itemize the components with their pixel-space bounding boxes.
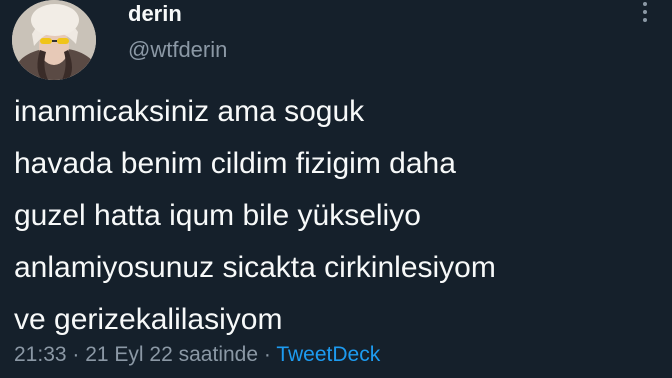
tweet-date[interactable]: 21 Eyl 22 saatinde [85,343,258,366]
more-vertical-icon [643,2,647,6]
user-handle[interactable]: @wtfderin [128,36,227,64]
tweet-text-line: anlamiyosunuz sicakta cirkinlesiyom [14,251,496,284]
tweet-text-line: ve gerizekalilasiyom [14,303,283,336]
tweet-meta: 21:33 · 21 Eyl 22 saatinde · TweetDeck [14,341,380,369]
avatar[interactable] [12,0,96,80]
avatar-photo [12,0,96,80]
display-name[interactable]: derin [128,1,182,27]
tweet-text-line: guzel hatta iqum bile yükseliyo [14,199,421,232]
meta-separator: · [258,343,277,366]
more-vertical-icon-dot [643,18,647,22]
tweet-text-line: inanmicaksiniz ama soguk [14,95,365,128]
tweet-text: inanmicaksiniz ama soguk havada benim ci… [14,86,664,346]
more-vertical-icon-dot [643,10,647,14]
tweet-time[interactable]: 21:33 [14,343,67,366]
tweet-source-link[interactable]: TweetDeck [276,343,380,366]
more-options-button[interactable] [636,2,654,32]
meta-separator: · [66,343,86,366]
tweet-card: derin @wtfderin inanmicaksiniz ama soguk… [0,0,672,378]
tweet-text-line: havada benim cildim fizigim daha [14,147,456,180]
